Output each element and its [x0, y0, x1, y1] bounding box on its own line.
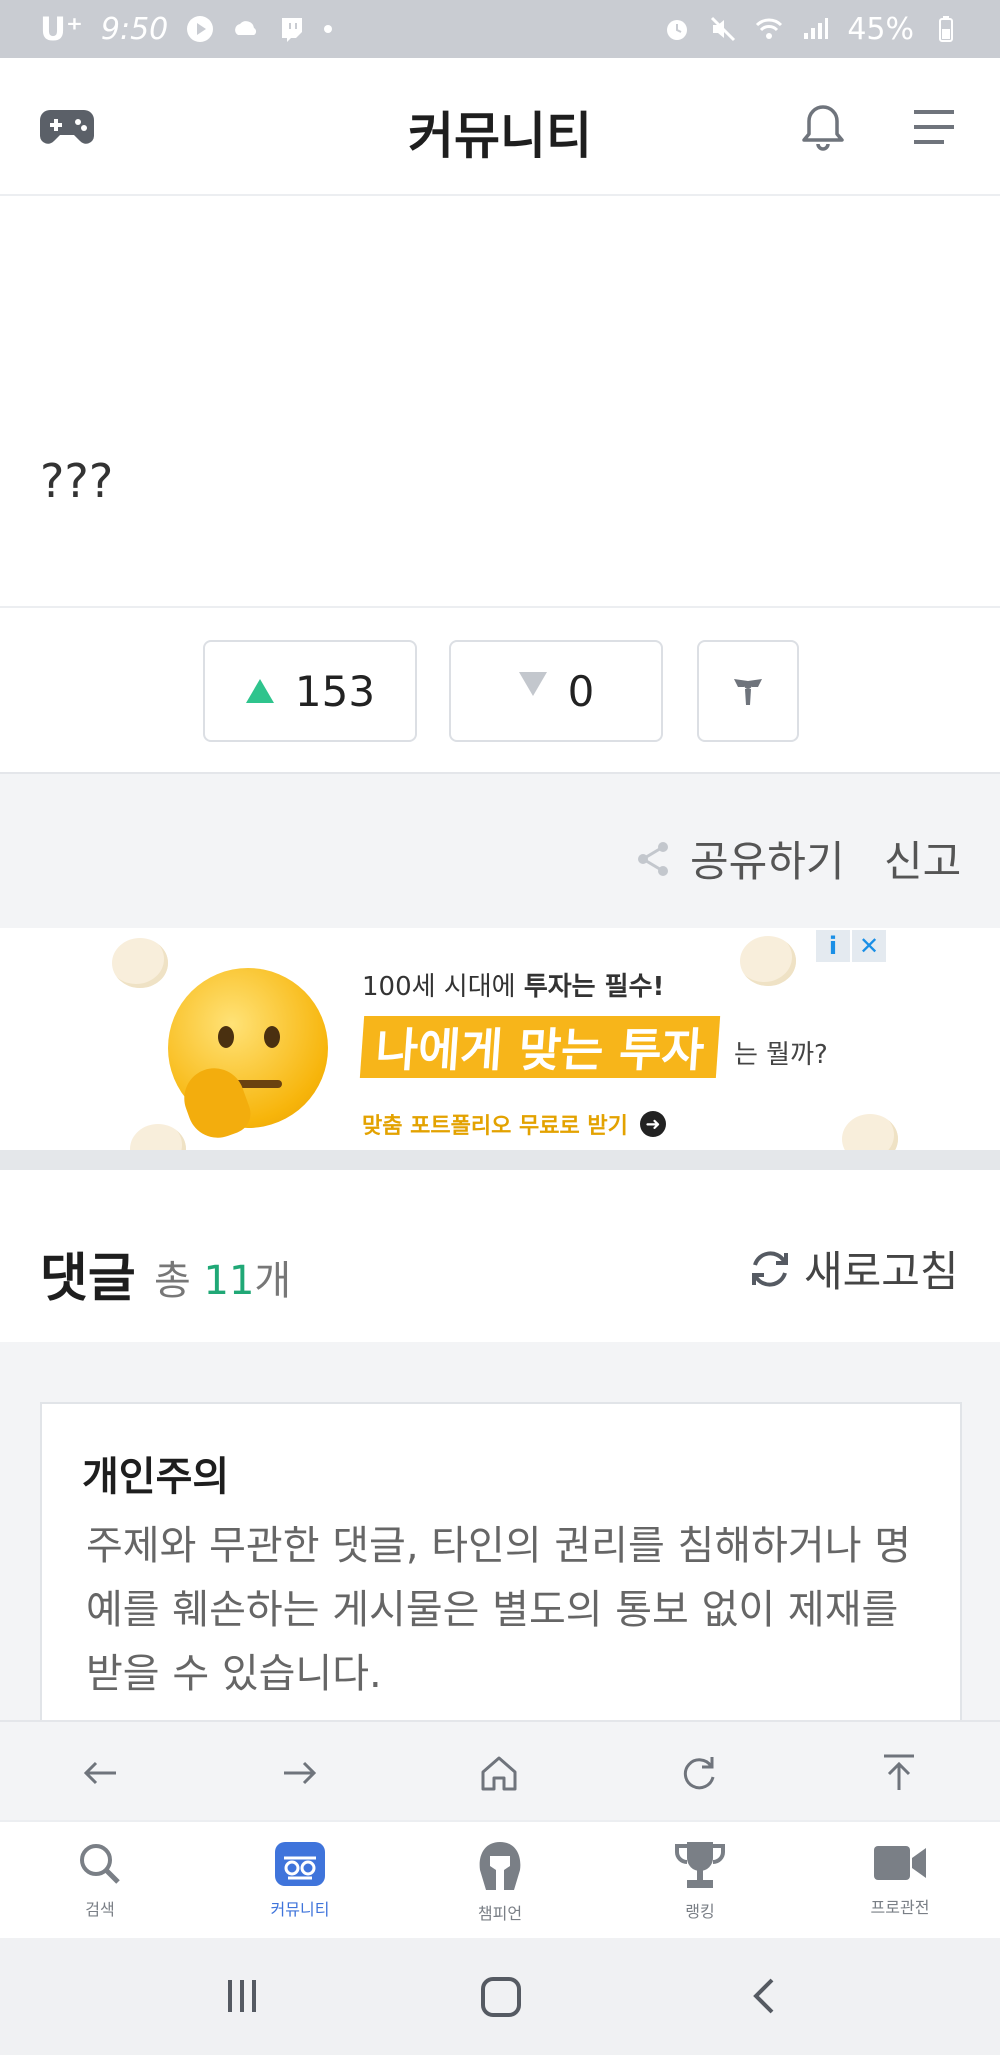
wifi-icon — [756, 18, 783, 39]
page-title: 커뮤니티 — [408, 107, 592, 165]
helmet-icon — [479, 1842, 521, 1890]
tab-label: 챔피언 — [477, 1904, 523, 1923]
popcorn-decoration — [112, 938, 168, 988]
post-actions: 공유하기 신고 — [0, 774, 1000, 928]
browser-toolbar — [0, 1720, 1000, 1820]
twitch-icon — [282, 18, 303, 42]
video-camera-icon — [874, 1846, 926, 1880]
share-label: 공유하기 — [690, 837, 845, 886]
tab-ranking[interactable]: 랭킹 — [640, 1840, 760, 1922]
notice-body: 주제와 무관한 댓글, 타인의 권리를 침해하거나 명예를 훼손하는 게시물은 … — [86, 1523, 912, 1697]
ad-close-icon[interactable]: ✕ — [852, 930, 886, 962]
bottom-tab-bar: 검색 커뮤니티 챔피언 랭킹 프로관전 — [0, 1820, 1000, 1938]
back-arrow-icon[interactable] — [80, 1752, 122, 1794]
battery-level: 45% — [847, 11, 914, 47]
tab-label: 랭킹 — [685, 1902, 715, 1921]
refresh-icon — [752, 1250, 788, 1287]
tab-pro-match[interactable]: 프로관전 — [840, 1840, 960, 1918]
popcorn-decoration — [740, 936, 796, 986]
ad-controls: i ✕ — [816, 930, 886, 962]
post-content: ??? — [0, 196, 1000, 608]
tab-label: 검색 — [85, 1900, 115, 1919]
upvote-button[interactable]: 153 — [203, 640, 417, 742]
battery-icon — [939, 16, 953, 42]
comment-area: 개인주의 주제와 무관한 댓글, 타인의 권리를 침해하거나 명예를 훼손하는 … — [0, 1342, 1000, 1722]
angel-icon — [734, 679, 762, 705]
comments-header: 댓글 총 11개 새로고침 — [0, 1190, 1000, 1342]
upvote-count: 153 — [294, 666, 376, 716]
notice-box: 개인주의 주제와 무관한 댓글, 타인의 권리를 침해하거나 명예를 훼손하는 … — [40, 1402, 962, 1722]
thinking-emoji — [168, 968, 328, 1147]
trophy-icon — [675, 1842, 725, 1888]
tab-community[interactable]: 커뮤니티 — [240, 1840, 360, 1920]
mute-icon — [711, 16, 736, 42]
home-button-icon[interactable] — [480, 1976, 522, 2018]
tab-label: 커뮤니티 — [270, 1900, 330, 1919]
tab-search[interactable]: 검색 — [40, 1840, 160, 1920]
system-navigation-bar — [0, 1938, 1000, 2055]
ad-line1: 100세 시대에 투자는 필수! — [362, 972, 665, 1002]
community-icon — [275, 1842, 325, 1886]
ad-cta[interactable]: 맞춤 포트폴리오 무료로 받기 ➜ — [362, 1108, 666, 1140]
menu-icon[interactable] — [912, 108, 956, 146]
forward-arrow-icon[interactable] — [278, 1752, 320, 1794]
status-bar: U⁺ 9:50 45% — [0, 0, 1000, 58]
scroll-top-icon[interactable] — [878, 1752, 920, 1794]
carrier-label: U⁺ — [40, 10, 83, 48]
notification-dot — [324, 25, 333, 33]
recent-apps-icon[interactable] — [222, 1976, 262, 2016]
ad-banner[interactable]: 100세 시대에 투자는 필수! 나에게 맞는 투자 는 뭘까? 맞춤 포트폴리… — [0, 928, 1000, 1170]
post-text: ??? — [40, 454, 114, 508]
downvote-button[interactable]: 0 — [449, 640, 663, 742]
ad-headline-suffix: 는 뭘까? — [734, 1040, 828, 1070]
report-button[interactable]: 신고 — [884, 828, 961, 889]
up-triangle-icon — [245, 679, 274, 703]
tab-label: 프로관전 — [870, 1898, 930, 1917]
down-triangle-icon — [518, 672, 547, 696]
divider — [0, 1150, 1000, 1170]
vote-section: 153 0 — [0, 608, 1000, 774]
signal-icon — [804, 18, 829, 39]
bell-icon[interactable] — [798, 102, 848, 152]
downvote-count: 0 — [567, 666, 595, 716]
home-icon[interactable] — [478, 1752, 520, 1794]
app-bar: 커뮤니티 — [0, 58, 1000, 196]
share-icon — [638, 841, 668, 876]
search-icon — [80, 1844, 120, 1884]
comments-title: 댓글 — [40, 1249, 136, 1309]
arrow-right-icon: ➜ — [639, 1111, 666, 1137]
reload-icon[interactable] — [678, 1752, 720, 1794]
refresh-button[interactable]: 새로고침 — [748, 1238, 959, 1299]
tab-champion[interactable]: 챔피언 — [440, 1840, 560, 1924]
back-button-icon[interactable] — [744, 1976, 784, 2016]
alarm-icon — [667, 20, 688, 40]
share-button[interactable]: 공유하기 — [636, 828, 845, 889]
notice-title: 개인주의 — [82, 1454, 230, 1500]
ad-headline: 나에게 맞는 투자 — [359, 1016, 721, 1078]
refresh-label: 새로고침 — [804, 1247, 959, 1296]
play-icon — [187, 16, 214, 42]
clock: 9:50 — [100, 11, 169, 47]
ad-info-icon[interactable]: i — [816, 930, 850, 962]
cloud-icon — [235, 21, 257, 35]
comment-count: 총 11개 — [154, 1258, 292, 1304]
award-button[interactable] — [697, 640, 799, 742]
